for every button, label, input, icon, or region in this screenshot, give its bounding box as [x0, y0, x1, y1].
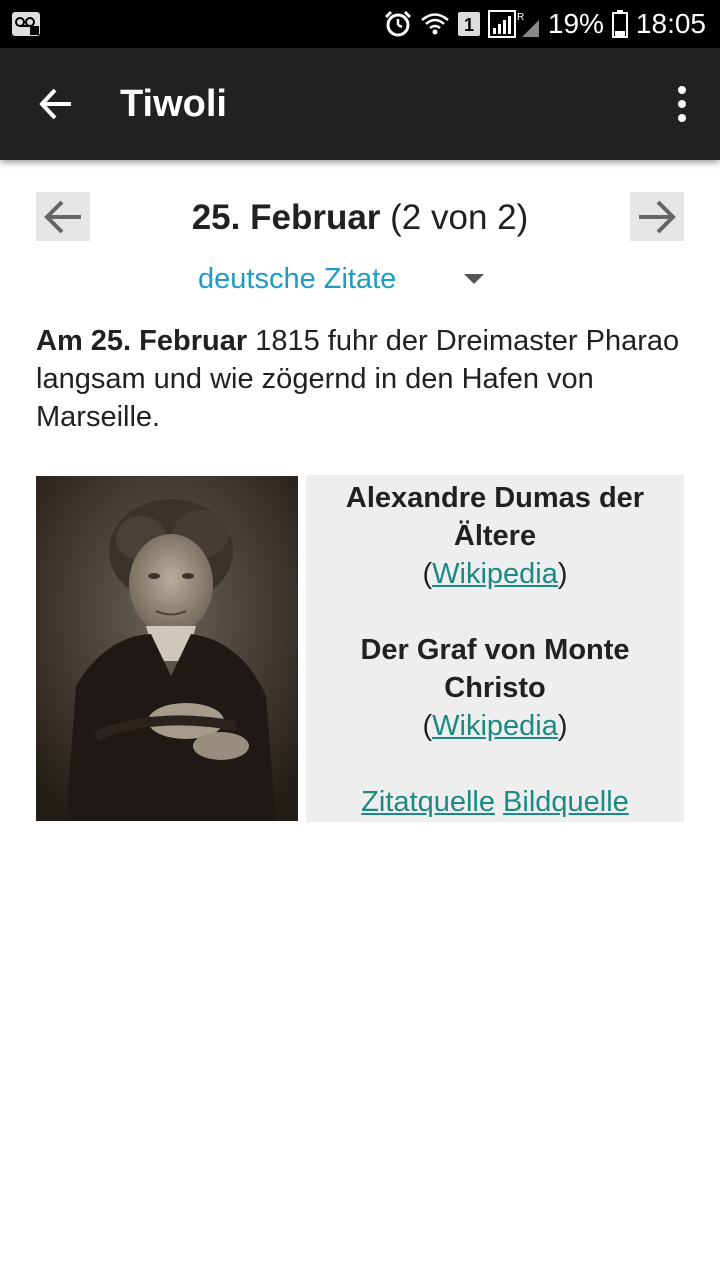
- language-dropdown-value: deutsche Zitate: [198, 262, 397, 295]
- arrow-left-icon: [39, 88, 71, 120]
- overflow-menu-button[interactable]: [670, 80, 694, 128]
- author-wikipedia-link[interactable]: Wikipedia: [432, 558, 558, 590]
- date-label: 25. Februar: [191, 198, 381, 237]
- author-wiki-line: (Wikipedia): [422, 558, 568, 590]
- source-links: Zitatquelle Bildquelle: [306, 783, 684, 821]
- work-wikipedia-link[interactable]: Wikipedia: [432, 710, 558, 742]
- author-name: Alexandre Dumas der Ältere: [345, 482, 645, 552]
- app-bar: Tiwoli: [0, 48, 720, 160]
- dropdown-caret-icon: [464, 274, 484, 284]
- battery-icon: [611, 10, 628, 38]
- svg-text:1: 1: [464, 15, 474, 35]
- arrow-left-icon: [44, 200, 81, 233]
- language-dropdown[interactable]: deutsche Zitate: [198, 258, 484, 300]
- wifi-icon: [420, 12, 450, 36]
- quote-counter: (2 von 2): [390, 198, 529, 237]
- battery-percent: 19%: [547, 8, 604, 39]
- next-button[interactable]: [630, 192, 684, 241]
- date-heading: 25. Februar (2 von 2): [100, 196, 620, 240]
- alarm-icon: [384, 10, 412, 38]
- voicemail-icon: [12, 12, 40, 36]
- svg-text:R: R: [517, 12, 524, 23]
- previous-button[interactable]: [36, 192, 90, 241]
- quote-source-link[interactable]: Zitatquelle: [361, 786, 495, 818]
- app-title: Tiwoli: [120, 83, 227, 125]
- quote-text: Am 25. Februar 1815 fuhr der Dreimaster …: [36, 322, 686, 436]
- quote-lead: Am 25. Februar: [36, 325, 248, 357]
- work-wiki-line: (Wikipedia): [422, 710, 568, 742]
- sim-icon: 1: [457, 12, 480, 36]
- arrow-right-icon: [639, 200, 676, 233]
- author-portrait-image: [36, 476, 298, 821]
- image-source-link[interactable]: Bildquelle: [503, 786, 629, 818]
- clock: 18:05: [635, 8, 706, 39]
- info-panel: Alexandre Dumas der Ältere (Wikipedia) D…: [306, 475, 684, 822]
- work-title: Der Graf von Monte Christo: [360, 634, 630, 704]
- signal-icon: R: [487, 10, 540, 38]
- back-button[interactable]: [32, 80, 80, 128]
- status-bar: 1 R 19% 18:05: [0, 0, 720, 48]
- more-vert-icon: [678, 86, 686, 94]
